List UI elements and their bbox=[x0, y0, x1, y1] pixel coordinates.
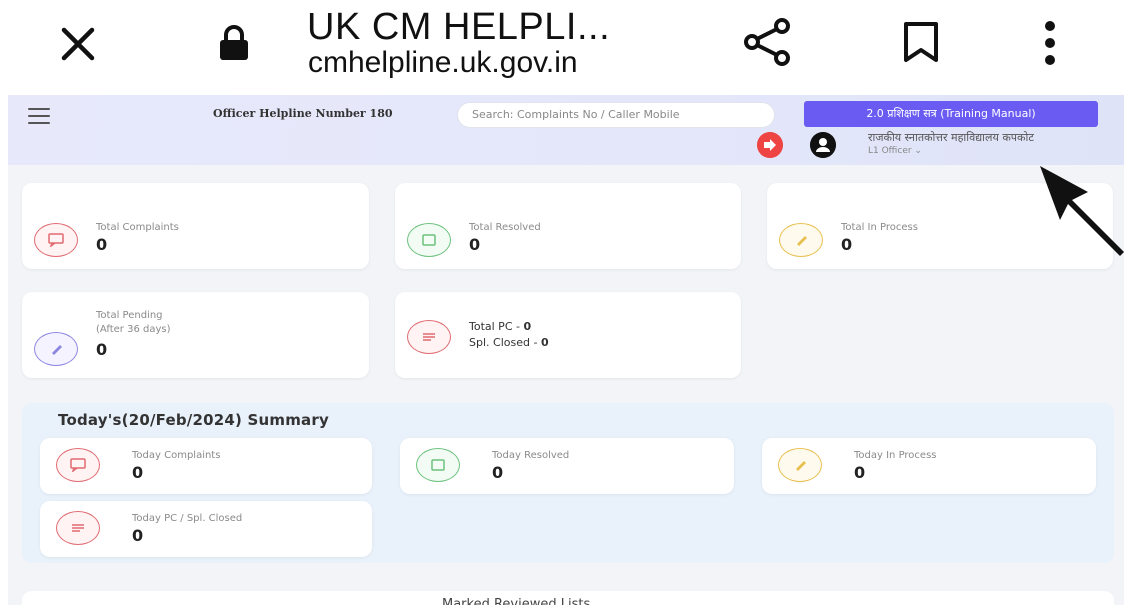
stat-sublabel: (After 36 days) bbox=[96, 324, 171, 335]
today-summary-panel: Today's(20/Feb/2024) Summary Today Compl… bbox=[22, 403, 1114, 563]
total-pending-card[interactable]: Total Pending (After 36 days) 0 bbox=[22, 292, 369, 378]
pencil-icon bbox=[34, 332, 78, 366]
stat-value: 0 bbox=[469, 235, 481, 254]
pointer-arrow-icon bbox=[1040, 166, 1124, 256]
stat-value: 0 bbox=[132, 463, 144, 482]
stat-value: 0 bbox=[841, 235, 853, 254]
complaint-icon bbox=[56, 448, 100, 482]
total-resolved-card[interactable]: Total Resolved 0 bbox=[395, 183, 741, 269]
stat-value: 0 bbox=[854, 463, 866, 482]
stat-label: Today PC / Spl. Closed bbox=[132, 513, 243, 524]
stat-value: 0 bbox=[96, 340, 108, 359]
helpline-number: Officer Helpline Number 180 bbox=[213, 107, 393, 120]
menu-icon[interactable] bbox=[28, 108, 50, 124]
total-complaints-card[interactable]: Total Complaints 0 bbox=[22, 183, 369, 269]
close-icon[interactable] bbox=[56, 22, 100, 66]
role-dropdown[interactable]: L1 Officer ⌄ bbox=[868, 146, 922, 156]
section-title: Marked Reviewed Lists bbox=[442, 597, 591, 605]
share-icon[interactable] bbox=[742, 18, 792, 66]
page-url[interactable]: cmhelpline.uk.gov.in bbox=[308, 46, 578, 80]
stat-label: Today In Process bbox=[854, 450, 937, 461]
stat-label: Today Resolved bbox=[492, 450, 570, 461]
stat-label: Total Resolved bbox=[469, 222, 541, 233]
page-title: UK CM HELPLI... bbox=[307, 6, 611, 48]
app-viewport: Officer Helpline Number 180 Search: Comp… bbox=[8, 95, 1124, 605]
today-resolved-card[interactable]: Today Resolved 0 bbox=[400, 438, 734, 494]
user-avatar-icon[interactable] bbox=[810, 132, 836, 158]
spl-closed-value: 0 bbox=[540, 336, 549, 349]
list-icon bbox=[56, 511, 100, 545]
stat-label: Total Pending bbox=[96, 310, 163, 321]
spl-closed-label: Spl. Closed - bbox=[469, 336, 541, 349]
search-input[interactable]: Search: Complaints No / Caller Mobile bbox=[457, 102, 775, 128]
pencil-icon bbox=[778, 448, 822, 482]
stat-value: 0 bbox=[96, 235, 108, 254]
today-complaints-card[interactable]: Today Complaints 0 bbox=[40, 438, 372, 494]
stat-value: 0 bbox=[492, 463, 504, 482]
app-header: Officer Helpline Number 180 Search: Comp… bbox=[8, 95, 1124, 165]
bookmark-icon[interactable] bbox=[900, 20, 942, 64]
training-manual-button[interactable]: 2.0 प्रशिक्षण सत्र (Training Manual) bbox=[804, 101, 1098, 127]
complaint-icon bbox=[34, 223, 78, 257]
stat-label: Total In Process bbox=[841, 222, 918, 233]
logout-icon[interactable] bbox=[757, 132, 783, 158]
spl-closed-line: Spl. Closed - 0 bbox=[469, 336, 549, 349]
total-pc-line: Total PC - 0 bbox=[469, 320, 531, 333]
browser-toolbar: UK CM HELPLI... cmhelpline.uk.gov.in bbox=[0, 0, 1124, 95]
stat-value: 0 bbox=[132, 526, 144, 545]
marked-reviewed-card[interactable]: Marked Reviewed Lists bbox=[22, 591, 1114, 605]
list-icon bbox=[407, 320, 451, 354]
total-pc-value: 0 bbox=[523, 320, 532, 333]
organization-name: राजकीय स्नातकोत्तर महाविद्यालय कपकोट bbox=[868, 131, 1034, 144]
folder-icon bbox=[416, 448, 460, 482]
folder-icon bbox=[407, 223, 451, 257]
stat-label: Total Complaints bbox=[96, 222, 179, 233]
summary-title: Today's(20/Feb/2024) Summary bbox=[58, 411, 329, 429]
more-vertical-icon[interactable] bbox=[1042, 18, 1058, 68]
pencil-icon bbox=[779, 223, 823, 257]
total-pc-card[interactable]: Total PC - 0 Spl. Closed - 0 bbox=[395, 292, 741, 378]
lock-icon bbox=[220, 25, 248, 60]
stat-label: Today Complaints bbox=[132, 450, 221, 461]
today-in-process-card[interactable]: Today In Process 0 bbox=[762, 438, 1096, 494]
total-pc-label: Total PC - bbox=[469, 320, 524, 333]
today-pc-card[interactable]: Today PC / Spl. Closed 0 bbox=[40, 501, 372, 557]
